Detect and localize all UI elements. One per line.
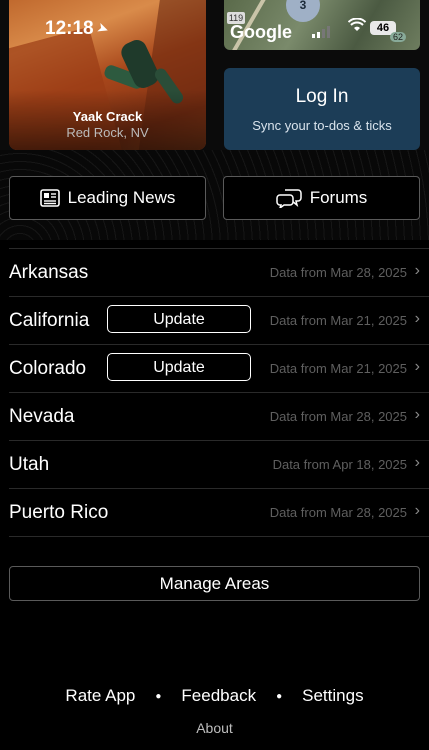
manage-areas-button[interactable]: Manage Areas bbox=[9, 566, 420, 601]
login-button[interactable]: Log In Sync your to-dos & ticks bbox=[224, 68, 420, 150]
chevron-right-icon: › bbox=[414, 454, 420, 471]
area-row-nevada[interactable]: Nevada Data from Mar 28, 2025 › bbox=[9, 393, 429, 441]
area-row-arkansas[interactable]: Arkansas Data from Mar 28, 2025 › bbox=[9, 248, 429, 297]
map-card[interactable]: 119 3 Google 46 62 bbox=[224, 0, 420, 50]
settings-link[interactable]: Settings bbox=[302, 686, 363, 706]
footer-links: Rate App ● Feedback ● Settings bbox=[0, 686, 429, 706]
newspaper-icon bbox=[39, 189, 60, 207]
chat-bubbles-icon bbox=[275, 188, 302, 208]
area-row-utah[interactable]: Utah Data from Apr 18, 2025 › bbox=[9, 441, 429, 489]
status-time: 12:18 bbox=[45, 18, 94, 39]
map-small-badge: 62 bbox=[390, 32, 407, 42]
forums-label: Forums bbox=[309, 188, 368, 207]
login-subtitle: Sync your to-dos & ticks bbox=[252, 118, 392, 133]
update-button[interactable]: Update bbox=[107, 305, 251, 333]
separator-dot: ● bbox=[276, 690, 283, 702]
chevron-right-icon: › bbox=[414, 262, 420, 279]
google-logo: Google bbox=[230, 22, 292, 42]
chevron-right-icon: › bbox=[414, 406, 420, 423]
leading-news-button[interactable]: Leading News bbox=[9, 176, 206, 220]
area-data-date: Data from Mar 21, 2025 bbox=[269, 361, 407, 376]
signal-icon bbox=[312, 26, 334, 41]
area-name: Nevada bbox=[9, 406, 75, 427]
feedback-link[interactable]: Feedback bbox=[181, 686, 256, 706]
climb-location: Red Rock, NV bbox=[66, 125, 149, 140]
area-row-puerto-rico[interactable]: Puerto Rico Data from Mar 28, 2025 › bbox=[9, 489, 429, 537]
area-data-date: Data from Mar 28, 2025 bbox=[269, 409, 407, 424]
area-name: California bbox=[9, 310, 90, 331]
location-arrow-icon: ➤ bbox=[94, 18, 112, 38]
update-button[interactable]: Update bbox=[107, 353, 251, 381]
chevron-right-icon: › bbox=[414, 310, 420, 327]
area-name: Utah bbox=[9, 454, 50, 475]
area-data-date: Data from Mar 28, 2025 bbox=[269, 265, 407, 280]
areas-list: Arkansas Data from Mar 28, 2025 › Califo… bbox=[0, 248, 429, 537]
chevron-right-icon: › bbox=[414, 502, 420, 519]
wifi-icon bbox=[347, 17, 367, 37]
rate-app-link[interactable]: Rate App bbox=[65, 686, 135, 706]
area-row-california[interactable]: California Update Data from Mar 21, 2025… bbox=[9, 297, 429, 345]
forums-button[interactable]: Forums bbox=[223, 176, 420, 220]
leading-news-label: Leading News bbox=[67, 188, 176, 207]
featured-climb-card[interactable]: 12:18 ➤ Yaak Crack Red Rock, NV bbox=[9, 0, 206, 150]
area-name: Colorado bbox=[9, 358, 87, 379]
area-name: Arkansas bbox=[9, 262, 89, 283]
separator-dot: ● bbox=[155, 690, 162, 702]
chevron-right-icon: › bbox=[414, 358, 420, 375]
login-title: Log In bbox=[295, 86, 349, 107]
area-data-date: Data from Mar 28, 2025 bbox=[269, 505, 407, 520]
area-name: Puerto Rico bbox=[9, 502, 109, 523]
area-data-date: Data from Apr 18, 2025 bbox=[272, 457, 407, 472]
area-row-colorado[interactable]: Colorado Update Data from Mar 21, 2025 › bbox=[9, 345, 429, 393]
map-cluster-badge: 3 bbox=[286, 0, 320, 22]
header-area: 12:18 ➤ Yaak Crack Red Rock, NV 119 3 Go… bbox=[0, 0, 429, 240]
area-data-date: Data from Mar 21, 2025 bbox=[269, 313, 407, 328]
climb-name: Yaak Crack bbox=[72, 109, 143, 124]
about-link[interactable]: About bbox=[0, 720, 429, 736]
